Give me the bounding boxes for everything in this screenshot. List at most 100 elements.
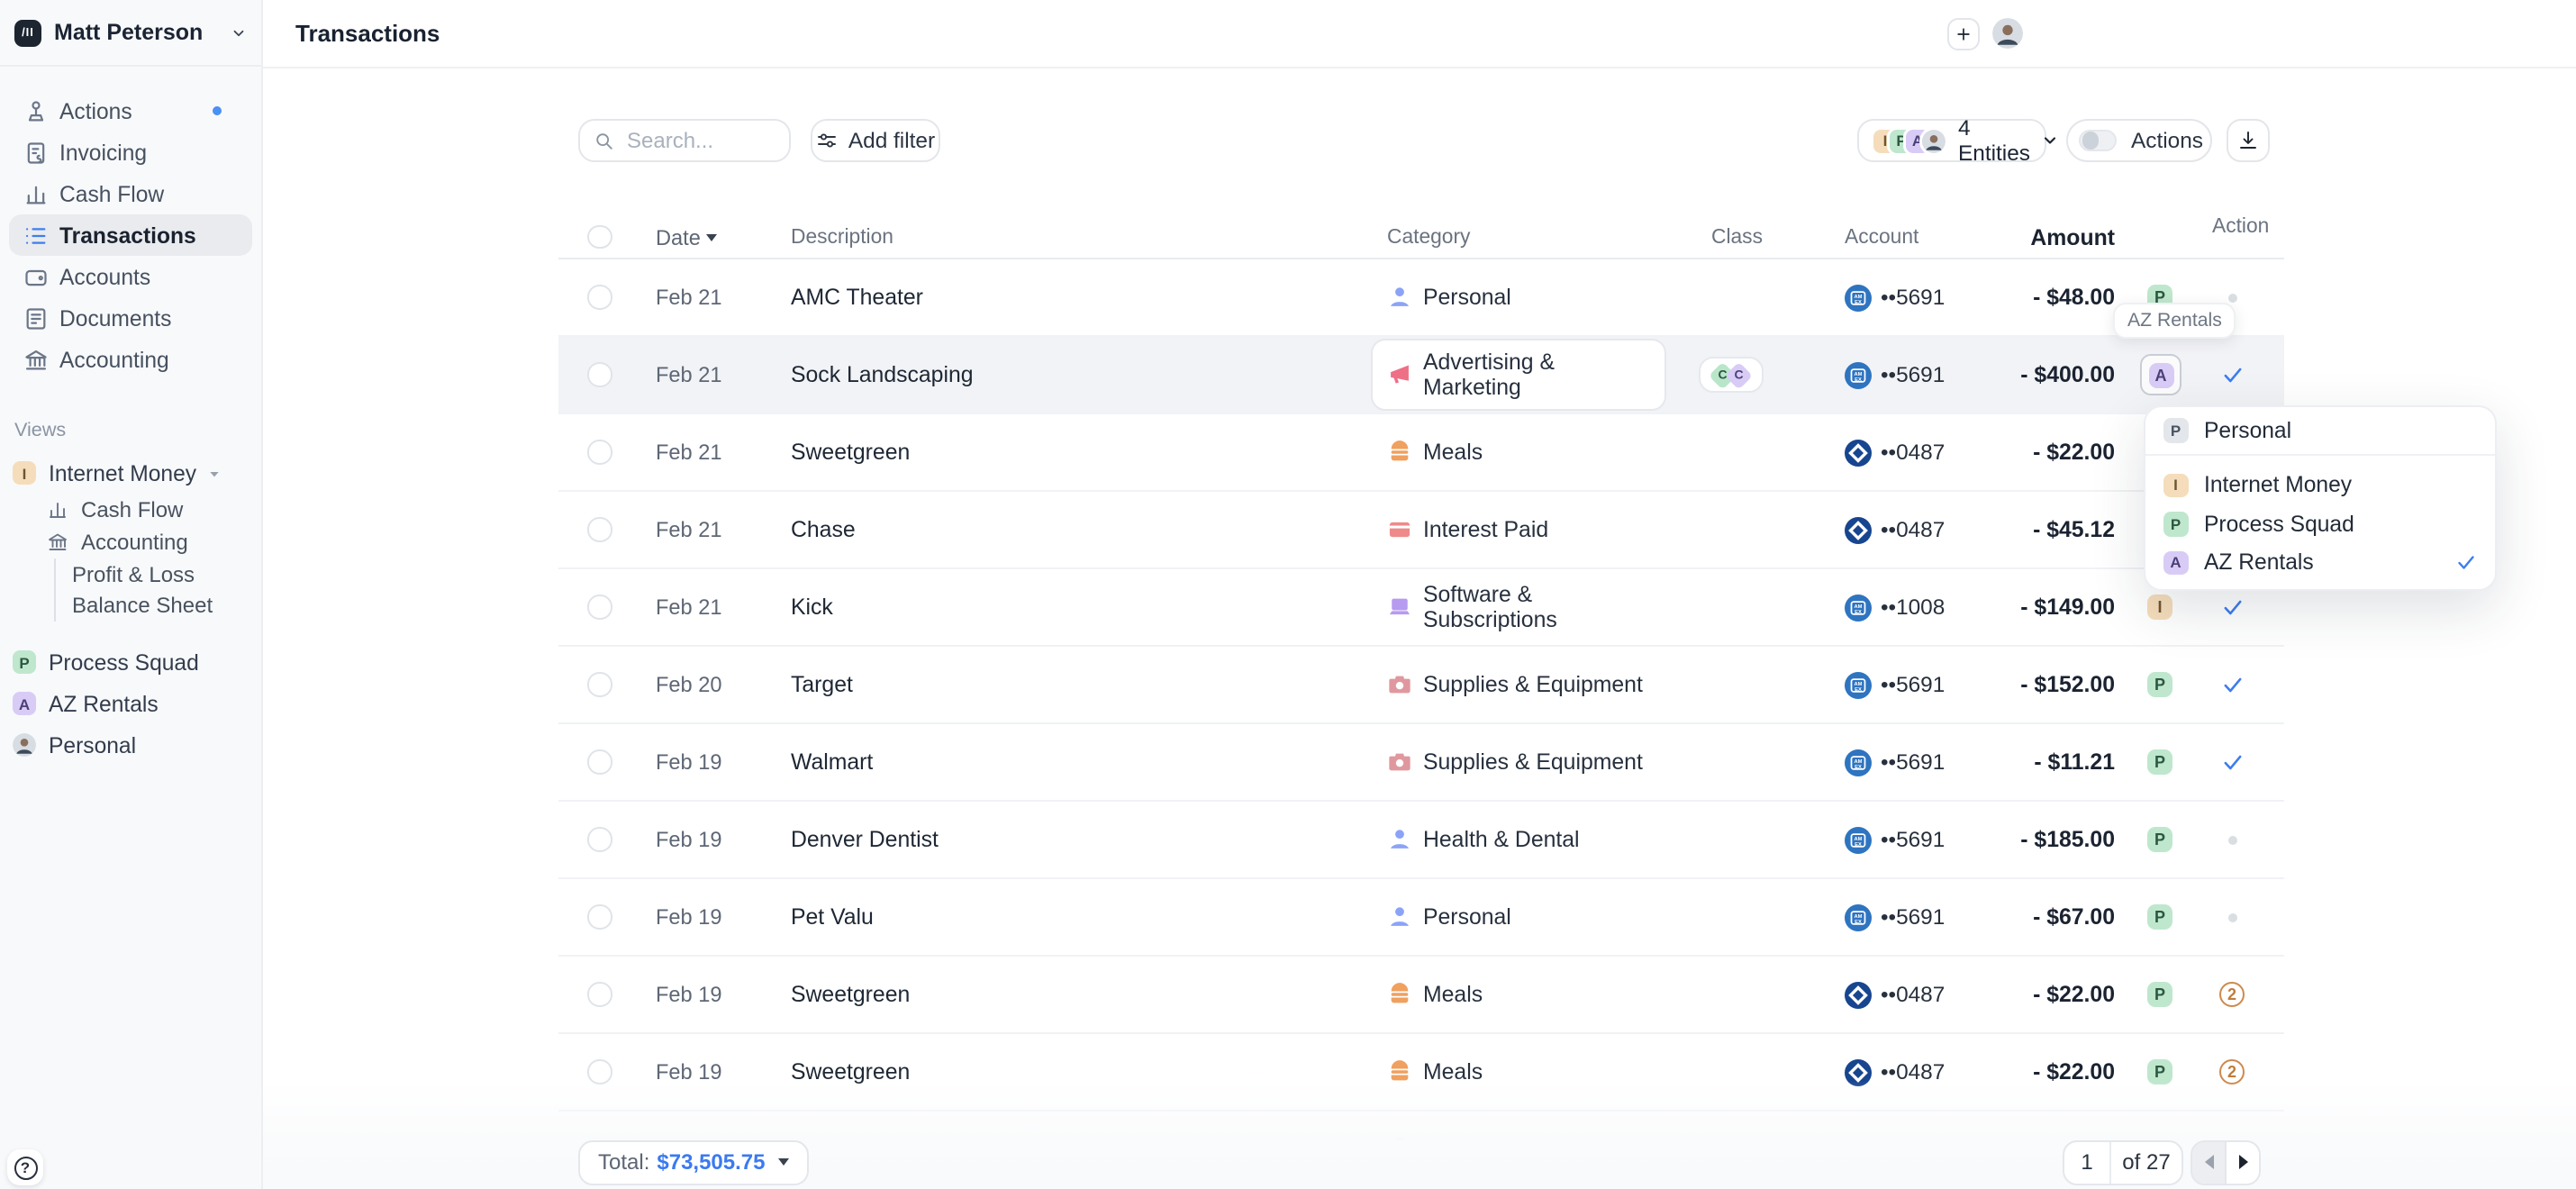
chevron-down-icon [231, 24, 247, 41]
sidebar-item-label: Transactions [59, 222, 196, 248]
table-row[interactable]: Feb 21 AMC Theater Personal AMEX••5691 -… [558, 259, 2284, 337]
row-checkbox[interactable] [587, 905, 612, 930]
table-row[interactable]: Feb 20 Target Supplies & Equipment AMEX•… [558, 647, 2284, 724]
row-checkbox[interactable] [587, 440, 612, 465]
table-row[interactable]: Feb 21 Chase Interest Paid ••0487 - $45.… [558, 492, 2284, 569]
search-input[interactable] [623, 126, 775, 155]
sidebar-item-invoicing[interactable]: Invoicing [9, 132, 252, 173]
dropdown-item-process-squad[interactable]: P Process Squad [2145, 504, 2495, 543]
amex-icon: AMEX [1845, 594, 1872, 621]
cell-category: Advertising & Marketing [1423, 349, 1650, 400]
cell-account: ••5691 [1881, 749, 1945, 775]
table-row[interactable]: Feb 21 Sweetgreen Meals ••0487 - $22.00 [558, 414, 2284, 492]
entity-badge[interactable]: P [2147, 827, 2172, 852]
confirm-check-icon[interactable] [2221, 673, 2245, 696]
row-checkbox[interactable] [587, 983, 612, 1007]
view-im-accounting[interactable]: Accounting [0, 526, 261, 558]
svg-text:EX: EX [1855, 686, 1862, 692]
person-icon [1387, 285, 1412, 310]
entity-select-button[interactable]: A [2140, 354, 2181, 395]
dropdown-item-personal[interactable]: P Personal [2145, 411, 2495, 449]
status-dot-icon [2228, 293, 2237, 302]
sidebar-item-actions[interactable]: Actions [9, 90, 252, 132]
avatar [1922, 129, 1946, 152]
amex-icon: AMEX [1845, 671, 1872, 698]
entity-badge[interactable]: P [2147, 672, 2172, 697]
row-checkbox[interactable] [587, 750, 612, 775]
view-az-rentals[interactable]: A AZ Rentals [0, 683, 261, 724]
row-checkbox[interactable] [587, 673, 612, 697]
notification-dot [213, 106, 222, 115]
view-personal[interactable]: Personal [0, 724, 261, 766]
sidebar-item-transactions[interactable]: Transactions [9, 214, 252, 256]
row-checkbox[interactable] [587, 363, 612, 387]
entity-badge: P [2163, 418, 2188, 442]
cell-amount: - $185.00 [1991, 827, 2126, 852]
amex-icon: AMEX [1845, 749, 1872, 776]
prev-page-button[interactable] [2192, 1142, 2227, 1183]
duplicate-count-badge[interactable]: 2 [2219, 982, 2245, 1007]
table-row[interactable]: Feb 19 Denver Dentist Health & Dental AM… [558, 802, 2284, 879]
list-icon [23, 222, 49, 248]
user-avatar[interactable] [1992, 17, 2023, 48]
page-total: of 27 [2111, 1142, 2181, 1183]
bar-chart-icon [47, 499, 68, 521]
help-button[interactable]: ? [7, 1149, 43, 1185]
entity-badge[interactable]: I [2147, 594, 2172, 620]
add-filter-button[interactable]: Add filter [811, 119, 940, 162]
row-checkbox[interactable] [587, 286, 612, 310]
row-checkbox[interactable] [587, 828, 612, 852]
entities-filter-button[interactable]: I P A 4 Entities [1857, 119, 2046, 162]
toggle-knob [2082, 132, 2099, 150]
row-checkbox[interactable] [587, 518, 612, 542]
person-icon [1387, 904, 1412, 930]
search-box[interactable] [578, 119, 791, 162]
category-chip[interactable]: Advertising & Marketing [1371, 339, 1666, 411]
confirm-check-icon[interactable] [2221, 595, 2245, 619]
total-selector[interactable]: Total: $73,505.75 [578, 1140, 809, 1184]
entity-badge: A [2148, 362, 2173, 387]
cell-amount: - $149.00 [1991, 594, 2126, 620]
entity-badge[interactable]: P [2147, 982, 2172, 1007]
select-all-checkbox[interactable] [587, 225, 612, 250]
actions-toggle[interactable]: Actions [2066, 119, 2212, 162]
table-row[interactable]: Feb 21 Sock Landscaping Advertising & Ma… [558, 337, 2284, 414]
table-row[interactable]: Feb 19 Sweetgreen Meals ••0487 - $22.00 … [558, 957, 2284, 1034]
toggle-switch[interactable] [2079, 130, 2117, 152]
table-row[interactable]: Feb 19 Pet Valu Personal AMEX••5691 - $6… [558, 879, 2284, 957]
download-button[interactable] [2227, 119, 2270, 162]
cell-description: Pet Valu [748, 904, 1387, 930]
sidebar-item-documents[interactable]: Documents [9, 297, 252, 339]
workspace-switcher[interactable]: /II Matt Peterson [0, 0, 261, 67]
add-button[interactable] [1947, 18, 1980, 50]
entity-badge[interactable]: P [2147, 904, 2172, 930]
page-number[interactable]: 1 [2064, 1142, 2111, 1183]
view-balance-sheet[interactable]: Balance Sheet [0, 590, 261, 622]
sidebar-item-label: Actions [59, 98, 132, 123]
entity-badge: P [2163, 512, 2188, 536]
entity-badge[interactable]: P [2147, 749, 2172, 775]
view-internet-money[interactable]: I Internet Money [0, 452, 261, 494]
sidebar-item-accounts[interactable]: Accounts [9, 256, 252, 297]
view-process-squad[interactable]: P Process Squad [0, 641, 261, 683]
next-page-button[interactable] [2227, 1142, 2259, 1183]
view-im-cash-flow[interactable]: Cash Flow [0, 494, 261, 526]
column-header-date[interactable]: Date [612, 224, 748, 250]
confirm-check-icon[interactable] [2221, 750, 2245, 774]
class-chip[interactable]: CC [1699, 357, 1763, 394]
view-profit-loss[interactable]: Profit & Loss [0, 558, 261, 590]
sidebar-item-accounting[interactable]: Accounting [9, 339, 252, 380]
caret-down-icon[interactable] [207, 466, 222, 480]
table-row[interactable]: Feb 19 Walmart Supplies & Equipment AMEX… [558, 724, 2284, 802]
confirm-check-icon[interactable] [2221, 363, 2245, 386]
table-row[interactable]: Feb 21 Kick Software & Subscriptions AME… [558, 569, 2284, 647]
column-header-description: Description [748, 226, 1387, 248]
sidebar-item-cash-flow[interactable]: Cash Flow [9, 173, 252, 214]
dropdown-item-internet-money[interactable]: I Internet Money [2145, 466, 2495, 504]
sidebar-item-label: Accounting [59, 347, 169, 372]
row-checkbox[interactable] [587, 595, 612, 620]
dropdown-item-az-rentals[interactable]: A AZ Rentals [2145, 543, 2495, 582]
column-header-amount: Amount [1991, 224, 2126, 250]
cell-account: ••5691 [1881, 827, 1945, 852]
cell-amount: - $67.00 [1991, 904, 2126, 930]
